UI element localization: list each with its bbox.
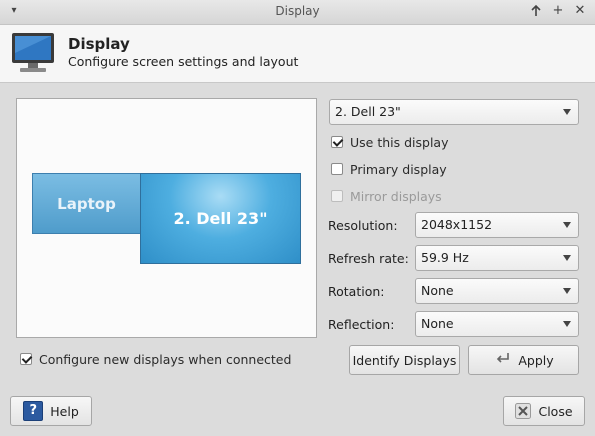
display-select-value: 2. Dell 23" [335, 104, 401, 119]
identify-displays-label: Identify Displays [352, 352, 457, 368]
chevron-down-icon [563, 255, 571, 261]
refresh-rate-value: 59.9 Hz [421, 250, 469, 265]
reflection-value: None [421, 316, 454, 331]
rotation-label: Rotation: [328, 284, 385, 299]
apply-label: Apply [518, 352, 554, 368]
mirror-displays-label: Mirror displays [350, 188, 442, 204]
resolution-value: 2048x1152 [421, 217, 493, 232]
use-display-label: Use this display [350, 134, 449, 150]
close-label: Close [538, 403, 573, 419]
rotation-select[interactable]: None [415, 278, 579, 304]
display-window: ▾ Display + ✕ Display Configure screen s… [0, 0, 595, 436]
rotation-value: None [421, 283, 454, 298]
checkbox-unchecked-icon[interactable] [331, 163, 343, 175]
resolution-select[interactable]: 2048x1152 [415, 212, 579, 238]
refresh-rate-label: Refresh rate: [328, 251, 409, 266]
refresh-rate-select[interactable]: 59.9 Hz [415, 245, 579, 271]
mirror-displays-checkbox: Mirror displays [331, 187, 442, 205]
apply-button[interactable]: Apply [468, 345, 579, 375]
header-title: Display [68, 35, 130, 53]
help-button[interactable]: ? Help [10, 396, 92, 426]
primary-display-label: Primary display [350, 161, 447, 177]
close-window-icon[interactable]: ✕ [572, 3, 588, 19]
chevron-down-icon [563, 288, 571, 294]
close-icon [515, 403, 532, 419]
chevron-down-icon [563, 321, 571, 327]
display-box-laptop[interactable]: Laptop [32, 173, 141, 234]
apply-arrow-icon [493, 352, 511, 368]
chevron-down-icon [563, 109, 571, 115]
window-title: Display [275, 4, 320, 18]
configure-new-label: Configure new displays when connected [39, 351, 292, 367]
use-display-checkbox[interactable]: Use this display [331, 133, 449, 151]
chevron-down-icon [563, 222, 571, 228]
title-bar: ▾ Display + ✕ [0, 0, 595, 25]
close-button[interactable]: Close [503, 396, 585, 426]
configure-new-checkbox[interactable]: Configure new displays when connected [20, 350, 291, 368]
primary-display-checkbox[interactable]: Primary display [331, 160, 447, 178]
display-layout-preview[interactable]: Laptop 2. Dell 23" [16, 98, 317, 338]
help-label: Help [50, 403, 79, 419]
checkbox-disabled-icon [331, 190, 343, 202]
header-subtitle: Configure screen settings and layout [68, 54, 299, 69]
shade-window-icon[interactable] [528, 3, 544, 19]
identify-displays-button[interactable]: Identify Displays [349, 345, 460, 375]
reflection-select[interactable]: None [415, 311, 579, 337]
reflection-label: Reflection: [328, 317, 395, 332]
checkbox-checked-icon[interactable] [331, 136, 343, 148]
checkbox-checked-icon[interactable] [20, 353, 32, 365]
display-select[interactable]: 2. Dell 23" [329, 99, 579, 125]
maximize-window-icon[interactable]: + [550, 3, 566, 19]
resolution-label: Resolution: [328, 218, 398, 233]
display-box-dell[interactable]: 2. Dell 23" [140, 173, 301, 264]
dialog-header: Display Configure screen settings and la… [0, 25, 595, 83]
help-question-icon: ? [23, 401, 44, 421]
monitor-icon [11, 31, 55, 75]
